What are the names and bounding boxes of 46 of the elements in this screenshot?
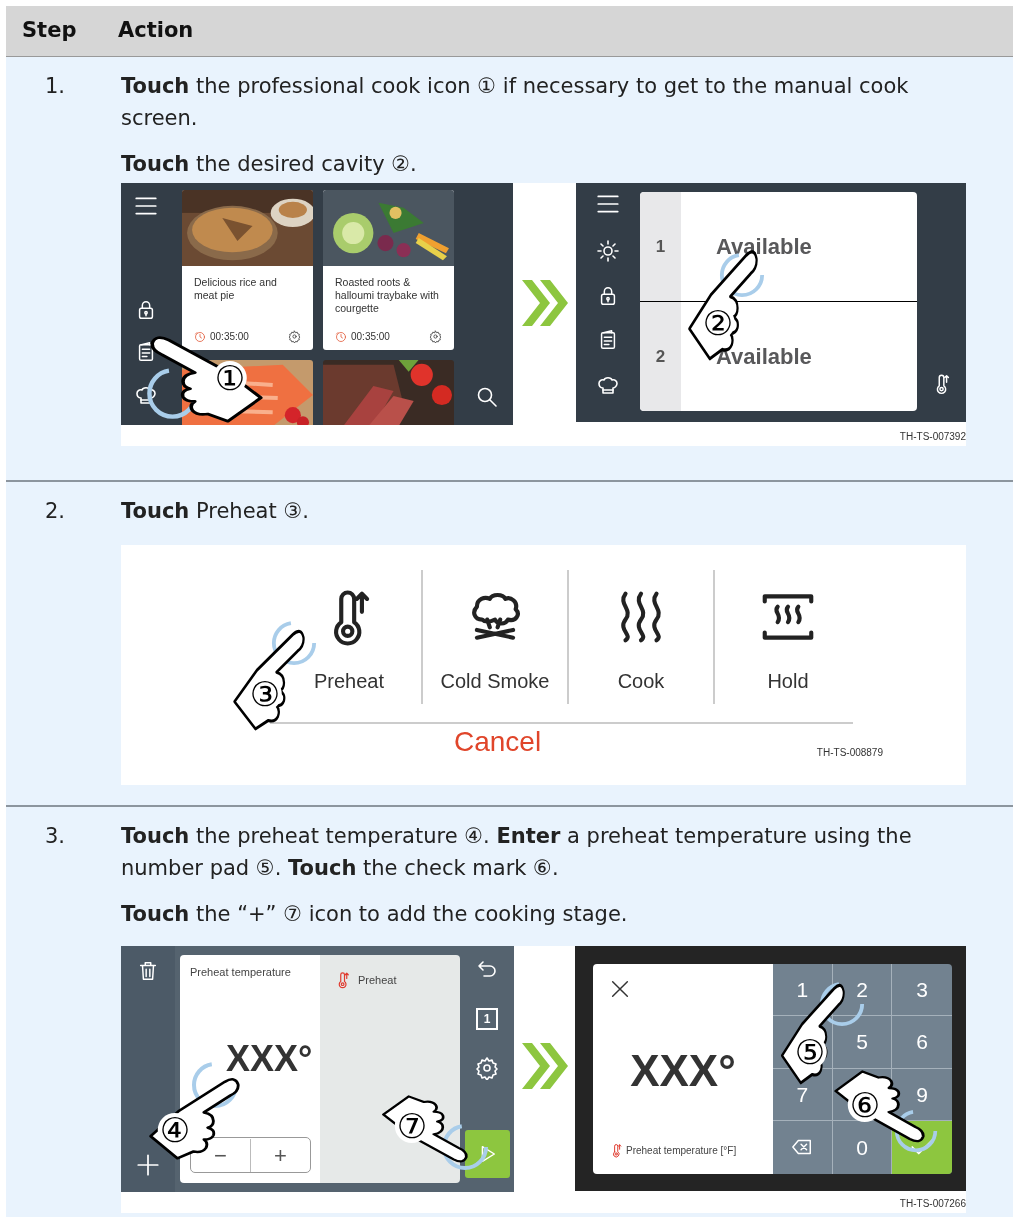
temperature-value: XXX° xyxy=(630,1049,736,1093)
field-label: Preheat temperature xyxy=(190,965,292,980)
search-icon[interactable] xyxy=(475,385,499,409)
cavity-number: 2 xyxy=(655,345,666,368)
clock-icon[interactable] xyxy=(194,330,206,343)
step-number: 3. xyxy=(45,824,66,848)
cavity-number: 1 xyxy=(655,235,666,258)
recipe-title: Roasted roots & halloumi traybake with courgette xyxy=(335,276,440,315)
recipe-title: Delicious rice and meat pie xyxy=(194,276,278,302)
keypad-key[interactable]: 5 xyxy=(832,1016,893,1069)
clock-icon[interactable] xyxy=(335,330,347,343)
mode-button[interactable]: Hold xyxy=(715,570,861,704)
cook-time: 00:35:00 xyxy=(210,330,249,344)
add-icon[interactable] xyxy=(135,1152,161,1178)
settings-icon[interactable] xyxy=(288,330,301,343)
temperature-value[interactable]: XXX° xyxy=(226,1040,313,1077)
sun-icon[interactable] xyxy=(596,239,620,263)
step-number: 1. xyxy=(45,74,66,98)
cancel-button[interactable]: Cancel xyxy=(454,724,542,760)
figure-id: TH-TS-007392 xyxy=(899,430,966,444)
keypad-key[interactable]: 3 xyxy=(892,963,952,1016)
instruction-text: Touch the professional cook icon ① if necessary to get to the manual cook screen. xyxy=(121,73,910,132)
cavity-badge[interactable]: 1 xyxy=(476,1008,498,1030)
recipe-card[interactable]: Roasted roots & halloumi traybake with courgette 00:35:00 xyxy=(323,190,454,350)
instruction-text: Touch the preheat temperature ④. Enter a preheat temperature using the number pad ⑤. Touch the check mark ⑥. xyxy=(121,823,913,882)
double-chevron-icon xyxy=(519,278,570,328)
cook-time: 00:35:00 xyxy=(351,330,390,344)
field-label: Preheat temperature [°F] xyxy=(626,1143,737,1158)
cavity-status[interactable]: Available xyxy=(716,230,812,263)
mode-button[interactable]: Cook xyxy=(569,570,715,704)
figure-id: TH-TS-008879 xyxy=(816,746,883,760)
instruction-text: Touch Preheat ③. xyxy=(121,498,310,525)
instruction-text: Touch the “+” ⑦ icon to add the cooking stage. xyxy=(121,901,629,928)
double-chevron-icon xyxy=(519,1041,570,1091)
start-button[interactable] xyxy=(464,1130,510,1178)
column-header: Step xyxy=(21,17,78,45)
settings-icon[interactable] xyxy=(429,330,442,343)
keypad-key[interactable]: 6 xyxy=(892,1016,952,1069)
trash-icon[interactable] xyxy=(137,960,159,982)
figure-id: TH-TS-007266 xyxy=(899,1197,966,1211)
stage-name: Preheat xyxy=(358,972,397,988)
column-header: Action xyxy=(118,17,194,45)
mode-button[interactable]: Cold Smoke xyxy=(423,570,569,704)
instruction-text: Touch the desired cavity ②. xyxy=(121,151,418,178)
step-number: 2. xyxy=(45,499,66,523)
recipe-card[interactable]: Delicious rice and meat pie 00:35:00 xyxy=(182,190,313,350)
